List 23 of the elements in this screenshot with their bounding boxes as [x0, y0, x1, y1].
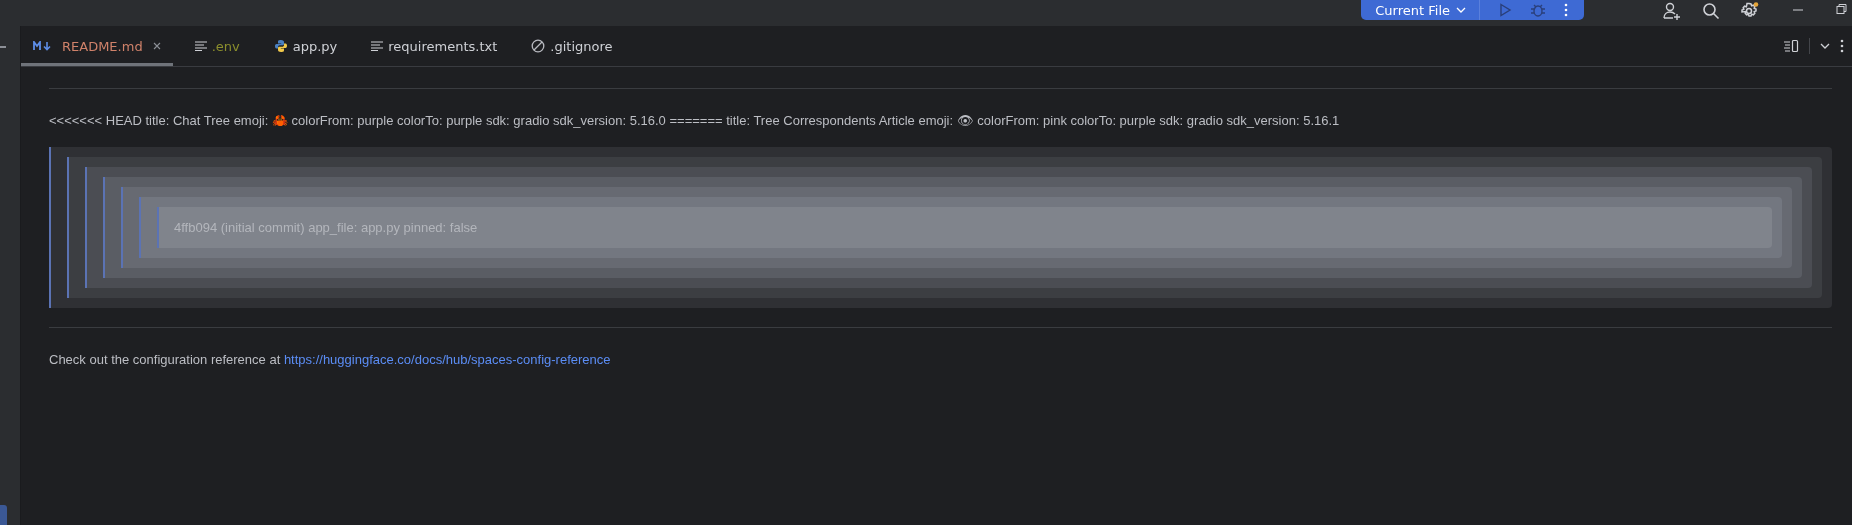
add-user-icon[interactable]: [1662, 2, 1682, 22]
search-icon[interactable]: [1702, 2, 1720, 20]
more-icon[interactable]: [1564, 3, 1568, 17]
restore-icon[interactable]: [1836, 3, 1847, 15]
text-file-icon: [194, 41, 207, 51]
reader-mode-icon[interactable]: [1783, 39, 1799, 53]
prohibited-icon: [531, 39, 546, 53]
python-icon: [273, 39, 288, 53]
file-tab[interactable]: app.py: [261, 26, 350, 66]
chevron-down-icon[interactable]: [1820, 43, 1830, 49]
chevron-down-icon: [1456, 7, 1466, 13]
file-tab[interactable]: requirements.txt: [359, 26, 510, 66]
run-configuration-dropdown[interactable]: Current File: [1375, 0, 1480, 20]
file-tab[interactable]: README.md: [21, 26, 173, 66]
text-file-icon: [371, 41, 384, 51]
file-tab[interactable]: .env: [182, 26, 252, 66]
front-matter-text: <<<<<<< HEAD title: Chat Tree emoji: 🦀 colorFrom: purple colorTo: purple sdk: gradio sdk_version: 5.16.0 ======= title: Tree Correspondents Article emoji: 👁 colorFrom: pink colorTo: purple sdk: gradio sdk_version: 5.16.1: [49, 113, 1341, 128]
settings-icon[interactable]: [1740, 2, 1760, 20]
close-icon[interactable]: [152, 42, 161, 50]
more-icon[interactable]: [1840, 39, 1844, 53]
reference-link[interactable]: https://huggingface.co/docs/hub/spaces-config-reference: [283, 352, 611, 367]
file-tab[interactable]: .gitignore: [519, 26, 625, 66]
reference-text: Check out the configuration reference at https://huggingface.co/docs/hub/spaces-config-reference: [49, 352, 612, 367]
